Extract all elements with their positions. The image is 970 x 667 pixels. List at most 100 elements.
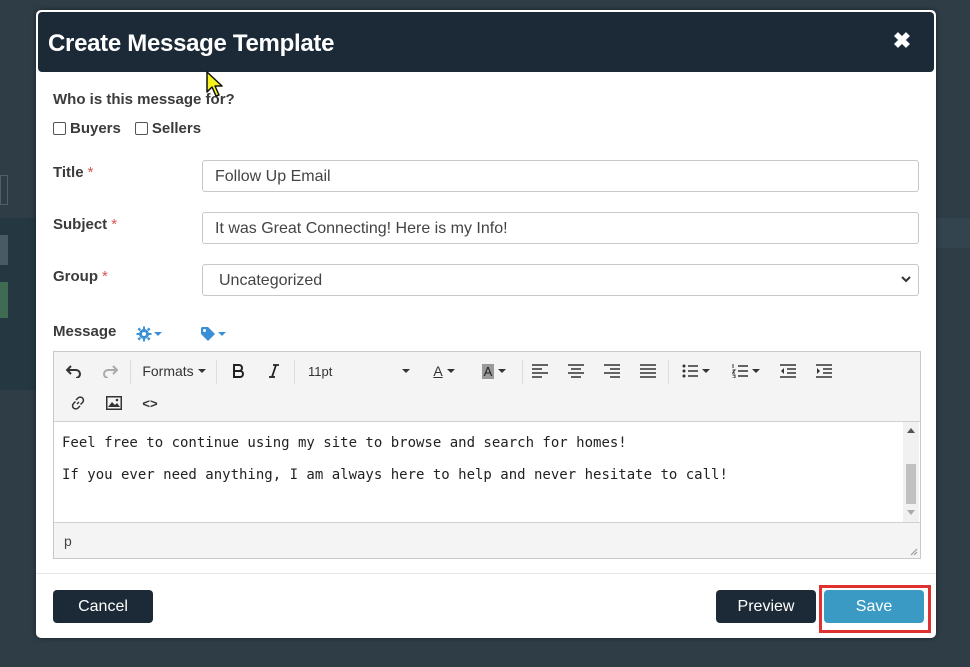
formats-label: Formats <box>142 363 194 379</box>
resize-handle-icon[interactable] <box>908 546 918 556</box>
align-center-icon <box>568 364 584 378</box>
group-label-text: Group <box>53 268 98 285</box>
caret-down-icon <box>402 369 410 373</box>
footer-divider <box>36 573 936 574</box>
background-color-icon: A <box>481 363 495 379</box>
editor-content[interactable]: Feel free to continue using my site to b… <box>54 422 904 522</box>
font-size-dropdown[interactable]: 11pt <box>304 360 414 382</box>
title-input[interactable]: Follow Up Email <box>202 160 919 192</box>
align-left-button[interactable] <box>528 360 552 382</box>
mouse-pointer-icon <box>206 71 223 97</box>
toolbar-divider <box>522 360 523 384</box>
insert-link-button[interactable] <box>66 392 90 414</box>
scroll-up-icon[interactable] <box>907 428 915 433</box>
tag-icon <box>201 327 215 341</box>
gear-icon <box>136 326 152 342</box>
rich-text-editor: Formats 11pt A A <> Feel free to continu… <box>53 351 921 559</box>
insert-image-button[interactable] <box>102 392 126 414</box>
subject-label: Subject * <box>53 216 117 233</box>
caret-down-icon <box>197 369 206 373</box>
recipient-options: Buyers Sellers <box>53 120 211 137</box>
numbered-list-icon <box>732 364 748 378</box>
sellers-label: Sellers <box>151 120 202 137</box>
editor-toolbar: Formats 11pt A A <> <box>54 352 920 422</box>
title-label: Title * <box>53 164 93 181</box>
required-marker: * <box>111 216 118 233</box>
required-marker: * <box>102 268 108 285</box>
caret-down-icon <box>702 369 710 373</box>
close-button[interactable]: ✖ <box>890 28 914 54</box>
formats-dropdown[interactable]: Formats <box>140 360 208 382</box>
bold-icon <box>233 364 244 378</box>
align-right-icon <box>604 364 620 378</box>
italic-button[interactable] <box>262 360 286 382</box>
buyers-checkbox[interactable] <box>53 122 66 135</box>
preview-button[interactable]: Preview <box>716 590 816 623</box>
caret-down-icon <box>154 332 162 336</box>
buyers-label: Buyers <box>70 120 121 137</box>
redo-icon <box>103 365 118 378</box>
bullet-list-icon <box>682 364 698 378</box>
font-size-value: 11pt <box>308 363 333 379</box>
align-center-button[interactable] <box>564 360 588 382</box>
sellers-option[interactable]: Sellers <box>134 120 202 137</box>
outdent-icon <box>780 364 796 378</box>
background-color-button[interactable]: A <box>472 360 516 382</box>
caret-down-icon <box>218 332 226 336</box>
indent-icon <box>816 364 832 378</box>
subject-input[interactable]: It was Great Connecting! Here is my Info… <box>202 212 919 244</box>
chevron-down-icon <box>901 276 911 283</box>
scroll-thumb[interactable] <box>906 464 916 504</box>
buyers-option[interactable]: Buyers <box>53 120 121 137</box>
code-icon: <> <box>142 395 158 411</box>
tags-dropdown[interactable] <box>200 326 226 342</box>
title-label-text: Title <box>53 164 84 181</box>
link-icon <box>71 396 85 410</box>
align-justify-icon <box>640 364 656 378</box>
outdent-button[interactable] <box>776 360 800 382</box>
cancel-button[interactable]: Cancel <box>53 590 153 623</box>
undo-button[interactable] <box>62 360 86 382</box>
sellers-checkbox[interactable] <box>134 122 148 135</box>
message-label: Message <box>53 323 117 340</box>
settings-dropdown[interactable] <box>136 326 162 342</box>
editor-scrollbar[interactable] <box>903 422 919 522</box>
caret-down-icon <box>752 369 760 373</box>
image-icon <box>106 396 122 410</box>
caret-down-icon <box>498 369 507 373</box>
source-code-button[interactable]: <> <box>138 392 162 414</box>
modal-header: Create Message Template ✖ <box>38 12 934 72</box>
text-color-button[interactable]: A <box>422 360 466 382</box>
editor-statusbar: p <box>54 522 920 558</box>
align-left-icon <box>532 364 548 378</box>
redo-button[interactable] <box>98 360 122 382</box>
create-message-template-dialog: Create Message Template ✖ Who is this me… <box>36 10 936 638</box>
background-button-green <box>0 282 8 318</box>
toolbar-divider <box>130 360 131 384</box>
scroll-down-icon[interactable] <box>907 510 915 515</box>
required-marker: * <box>87 164 94 181</box>
caret-down-icon <box>446 369 455 373</box>
subject-label-text: Subject <box>53 216 108 233</box>
indent-button[interactable] <box>812 360 836 382</box>
toolbar-divider <box>216 360 217 384</box>
element-path[interactable]: p <box>64 533 72 549</box>
numbered-list-button[interactable] <box>724 360 768 382</box>
bullet-list-button[interactable] <box>674 360 718 382</box>
editor-paragraph: Feel free to continue using my site to b… <box>62 435 627 451</box>
italic-icon <box>269 364 279 378</box>
background-button <box>0 235 8 265</box>
save-highlight-box <box>819 585 931 633</box>
justify-button[interactable] <box>636 360 660 382</box>
toolbar-divider <box>668 360 669 384</box>
group-select[interactable]: Uncategorized <box>202 264 919 296</box>
editor-paragraph: If you ever need anything, I am always h… <box>62 467 728 483</box>
background-tab <box>934 218 970 248</box>
align-right-button[interactable] <box>600 360 624 382</box>
group-select-value: Uncategorized <box>219 272 323 289</box>
group-label: Group * <box>53 268 108 285</box>
toolbar-divider <box>294 360 295 384</box>
bold-button[interactable] <box>226 360 250 382</box>
modal-title: Create Message Template <box>48 30 335 57</box>
undo-icon <box>66 365 81 378</box>
